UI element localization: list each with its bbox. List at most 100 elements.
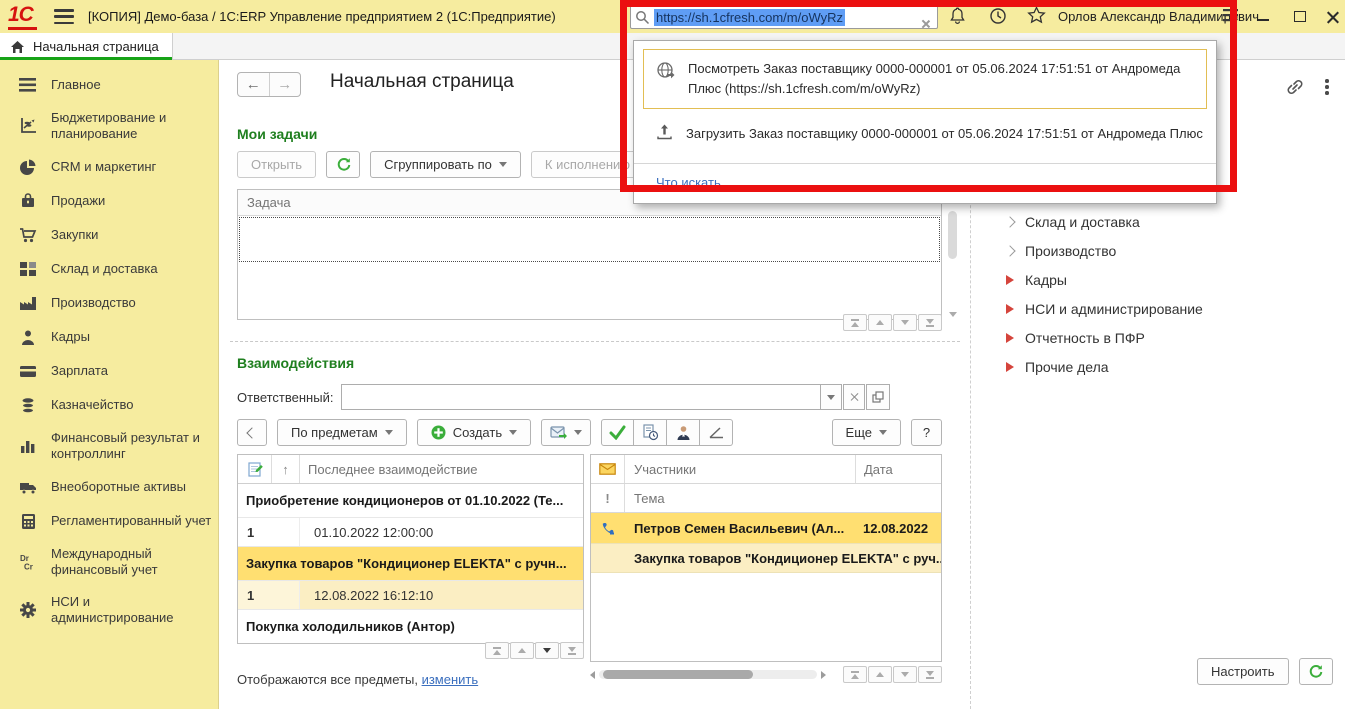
collapse-panel-button[interactable] (237, 419, 267, 446)
interactions-toolbar: По предметам Создать Еще ? (237, 419, 942, 446)
subject-row[interactable]: Приобретение кондиционеров от 01.10.2022… (238, 484, 583, 518)
refresh-tasks-button[interactable] (326, 151, 361, 178)
more-button[interactable]: Еще (831, 419, 901, 446)
sidebar-item-ifrs[interactable]: Dr Cr Международный финансовый учет (0, 538, 218, 586)
scroll-down-button[interactable] (535, 642, 559, 659)
group-by-button[interactable]: Сгруппировать по (370, 151, 521, 178)
sidebar-item-crm[interactable]: CRM и маркетинг (0, 150, 218, 184)
note-icon[interactable] (238, 455, 272, 483)
participants-column[interactable]: Участники (625, 462, 855, 477)
panel-item-label: Производство (1025, 242, 1117, 259)
subject-row-selected[interactable]: Закупка товаров "Кондиционер ELEKTA" с р… (238, 547, 583, 581)
scroll-up-button[interactable] (510, 642, 534, 659)
sidebar-item-finresult[interactable]: Финансовый результат и контроллинг (0, 422, 218, 470)
panel-item-other[interactable]: Прочие дела (971, 352, 1345, 381)
scroll-down-button[interactable] (893, 666, 917, 683)
panel-item-hr[interactable]: Кадры (971, 265, 1345, 294)
download-order-suggestion[interactable]: Загрузить Заказ поставщику 0000-000001 о… (634, 109, 1216, 151)
sidebar-item-budgeting[interactable]: Бюджетирование и планирование (0, 102, 218, 150)
tasks-toolbar: Открыть Сгруппировать по К исполнению (237, 151, 645, 178)
service-settings-icon[interactable] (1222, 8, 1240, 27)
what-to-search-link[interactable]: Что искать (656, 175, 721, 190)
interaction-row-selected[interactable]: Петров Семен Васильевич (Ал... 12.08.202… (591, 513, 941, 544)
responsible-input[interactable] (341, 384, 821, 410)
last-interaction-column[interactable]: Последнее взаимодействие (300, 462, 583, 477)
scroll-first-button[interactable] (485, 642, 509, 659)
sidebar-item-master-data[interactable]: НСИ и администрирование (0, 586, 218, 634)
sidebar-item-fixed-assets[interactable]: Внеоборотные активы (0, 470, 218, 504)
refresh-panel-button[interactable] (1298, 658, 1333, 685)
interactions-hscrollbar[interactable] (590, 666, 942, 683)
tasks-scrollbar[interactable] (946, 189, 959, 320)
subject-row[interactable]: Покупка холодильников (Антор) (238, 610, 583, 643)
history-nav: ← → (237, 72, 301, 97)
date-column[interactable]: Дата (855, 455, 941, 483)
sidebar-item-salary[interactable]: Зарплата (0, 354, 218, 388)
topic-column[interactable]: Тема (625, 491, 941, 506)
download-order-text: Загрузить Заказ поставщику 0000-000001 о… (686, 125, 1203, 141)
sidebar-item-production[interactable]: Производство (0, 286, 218, 320)
change-filter-link[interactable]: изменить (422, 672, 479, 687)
responsible-clear-button[interactable] (843, 384, 866, 410)
create-button[interactable]: Создать (416, 419, 532, 446)
maximize-button[interactable] (1294, 11, 1306, 22)
mark-reviewed-button[interactable] (601, 419, 635, 446)
sidebar-item-main[interactable]: Главное (0, 68, 218, 102)
sidebar-item-warehouse[interactable]: Склад и доставка (0, 252, 218, 286)
scroll-up-button[interactable] (868, 666, 892, 683)
configure-button[interactable]: Настроить (1197, 658, 1289, 685)
panel-item-pfr-reporting[interactable]: Отчетность в ПФР (971, 323, 1345, 352)
sidebar-item-label: Главное (51, 77, 101, 92)
kebab-menu-icon[interactable] (1323, 77, 1331, 97)
sidebar-item-purchases[interactable]: Закупки (0, 218, 218, 252)
sidebar-item-label: Продажи (51, 193, 106, 208)
responsible-row: Ответственный: (237, 384, 891, 410)
sidebar-item-label: Кадры (51, 329, 90, 344)
sidebar-item-treasury[interactable]: Казначейство (0, 388, 218, 422)
search-input[interactable]: https://sh.1cfresh.com/m/oWyRz (630, 5, 938, 29)
scroll-first-button[interactable] (843, 314, 867, 331)
main-menu-icon[interactable] (54, 9, 74, 24)
sidebar-item-regulated[interactable]: Регламентированный учет (0, 504, 218, 538)
sort-ascending-icon[interactable]: ↑ (272, 455, 300, 483)
scroll-last-button[interactable] (918, 666, 942, 683)
get-link-icon[interactable] (1284, 76, 1306, 101)
back-arrow-button[interactable]: ← (238, 73, 269, 96)
history-icon[interactable] (988, 6, 1008, 29)
scroll-first-button[interactable] (843, 666, 867, 683)
responsible-dropdown-button[interactable] (820, 384, 843, 410)
sidebar-item-sales[interactable]: Продажи (0, 184, 218, 218)
scroll-last-button[interactable] (560, 642, 584, 659)
forward-arrow-button[interactable]: → (268, 73, 301, 96)
open-task-button[interactable]: Открыть (237, 151, 317, 178)
angle-button[interactable] (700, 419, 734, 446)
help-button[interactable]: ? (911, 419, 942, 446)
subject-detail-row[interactable]: 1 01.10.2022 12:00:00 (238, 518, 583, 547)
participants-cell: Петров Семен Васильевич (Ал... (634, 520, 845, 536)
subject-detail-row-selected[interactable]: 1 12.08.2022 16:12:10 (238, 581, 583, 610)
tab-home-page[interactable]: Начальная страница (0, 33, 173, 60)
tasks-empty-row[interactable] (239, 217, 940, 262)
view-order-suggestion[interactable]: Посмотреть Заказ поставщику 0000-000001 … (643, 49, 1207, 110)
responsible-open-button[interactable] (866, 384, 891, 410)
sidebar-item-hr[interactable]: Кадры (0, 320, 218, 354)
close-button[interactable] (1326, 10, 1339, 23)
panel-item-master-data[interactable]: НСИ и администрирование (971, 294, 1345, 323)
scroll-last-button[interactable] (918, 314, 942, 331)
responsible-person-button[interactable] (667, 419, 701, 446)
scroll-up-button[interactable] (868, 314, 892, 331)
minimize-button[interactable] (1258, 7, 1269, 21)
importance-icon[interactable]: ! (591, 484, 625, 512)
notifications-bell-icon[interactable] (948, 6, 967, 29)
panel-item-production[interactable]: Производство (971, 236, 1345, 265)
panel-item-label: Кадры (1025, 271, 1067, 288)
panel-item-warehouse[interactable]: Склад и доставка (971, 207, 1345, 236)
interaction-topic-row-selected[interactable]: Закупка товаров "Кондиционер ELEKTA" с р… (591, 544, 941, 573)
to-execution-button[interactable]: К исполнению (530, 151, 645, 178)
envelope-icon[interactable] (591, 455, 625, 483)
postpone-document-button[interactable] (634, 419, 668, 446)
favorites-star-icon[interactable] (1026, 5, 1047, 29)
by-subjects-button[interactable]: По предметам (277, 419, 407, 446)
scroll-down-button[interactable] (893, 314, 917, 331)
mail-forward-button[interactable] (541, 419, 592, 446)
